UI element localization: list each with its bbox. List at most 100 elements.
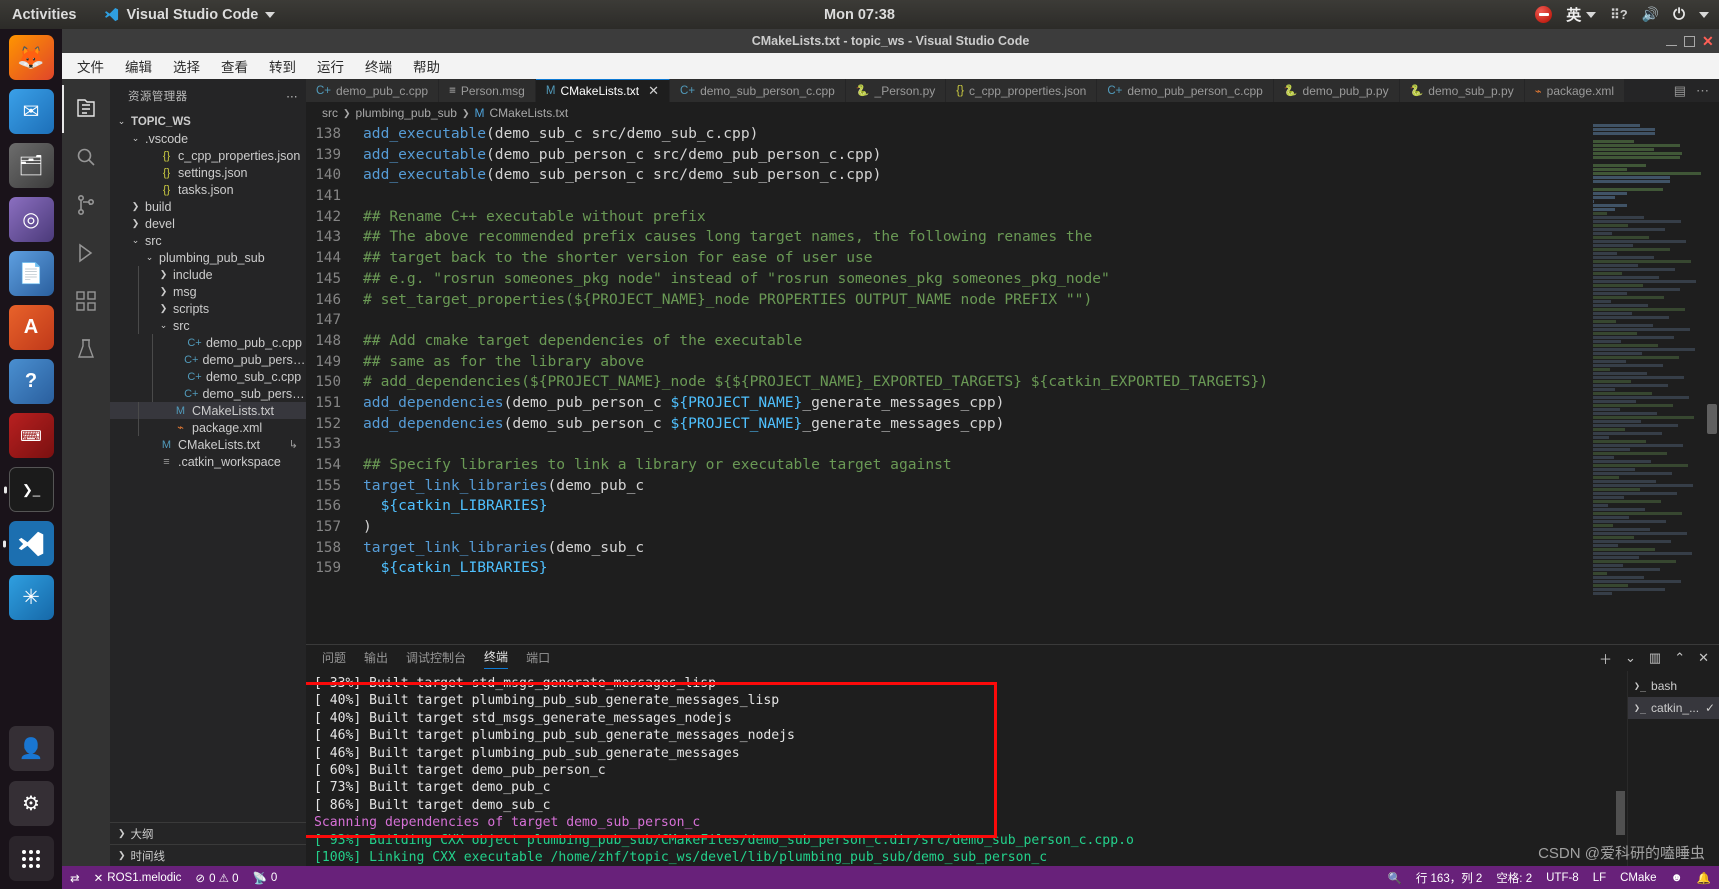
dock-item-ubuntu-software[interactable]: A bbox=[8, 305, 54, 350]
editor-tab[interactable]: C+ demo_pub_person_c.cpp bbox=[1097, 79, 1274, 102]
chevron-down-icon[interactable]: ⌄ bbox=[130, 133, 141, 144]
chevron-down-icon[interactable]: ⌄ bbox=[158, 320, 169, 331]
show-applications-button[interactable] bbox=[8, 836, 54, 881]
split-icon[interactable]: ▥ bbox=[1649, 650, 1661, 666]
tree-item[interactable]: ⌄ .vscode bbox=[110, 130, 306, 147]
tree-item[interactable]: C+ demo_sub_c.cpp bbox=[110, 368, 306, 385]
accessibility-icon[interactable]: ⠿? bbox=[1610, 7, 1627, 23]
tree-item[interactable]: ≡ .catkin_workspace bbox=[110, 453, 306, 470]
status-indentation[interactable]: 空格: 2 bbox=[1496, 870, 1532, 886]
more-actions-icon[interactable]: ⋯ bbox=[286, 89, 298, 103]
activity-search[interactable] bbox=[62, 133, 110, 181]
panel-tab[interactable]: 问题 bbox=[322, 649, 346, 669]
close-window-button[interactable]: ✕ bbox=[1702, 34, 1714, 48]
terminal-output[interactable]: [ 33%] Built target std_msgs_generate_me… bbox=[306, 671, 1627, 866]
tree-item[interactable]: {} tasks.json bbox=[110, 181, 306, 198]
volume-icon[interactable]: 🔊 bbox=[1642, 6, 1659, 23]
panel-tab[interactable]: 输出 bbox=[364, 649, 388, 669]
menu-view[interactable]: 查看 bbox=[218, 54, 251, 78]
dock-item-visual-studio-code[interactable] bbox=[2, 521, 54, 566]
close-icon[interactable]: ✕ bbox=[1698, 650, 1709, 666]
menu-help[interactable]: 帮助 bbox=[410, 54, 443, 78]
tree-item[interactable]: {} c_cpp_properties.json bbox=[110, 147, 306, 164]
menu-go[interactable]: 转到 bbox=[266, 54, 299, 78]
editor-tab[interactable]: ≡ Person.msg bbox=[439, 79, 536, 102]
sidebar-item-timeline[interactable]: ❯ 时间线 bbox=[110, 844, 306, 866]
breadcrumb-item-plumbing-pub-sub[interactable]: plumbing_pub_sub bbox=[356, 106, 457, 120]
breadcrumb-item-src[interactable]: src bbox=[322, 106, 338, 120]
editor-tab[interactable]: C+ demo_sub_person_c.cpp bbox=[670, 79, 846, 102]
panel-tab[interactable]: 调试控制台 bbox=[406, 649, 466, 669]
editor-tab[interactable]: C+ demo_pub_c.cpp bbox=[306, 79, 440, 102]
menu-selection[interactable]: 选择 bbox=[170, 54, 203, 78]
dock-item-settings[interactable]: ⚙ bbox=[8, 781, 54, 826]
split-editor-icon[interactable]: ▤ bbox=[1674, 83, 1686, 99]
tree-item[interactable]: ❯ msg bbox=[110, 283, 306, 300]
status-eol[interactable]: LF bbox=[1593, 872, 1606, 884]
chevron-right-icon[interactable]: ❯ bbox=[158, 286, 169, 297]
tree-item[interactable]: ❯ devel bbox=[110, 215, 306, 232]
status-ros-distro[interactable]: ✕ ROS1.melodic bbox=[94, 871, 182, 885]
chevron-down-icon[interactable]: ⌄ bbox=[144, 252, 155, 263]
maximize-button[interactable] bbox=[1684, 35, 1695, 47]
status-ports[interactable]: 📡 0 bbox=[253, 871, 278, 885]
chevron-right-icon[interactable]: ❯ bbox=[158, 269, 169, 280]
dock-item-help[interactable]: ? bbox=[8, 359, 54, 404]
editor-tab[interactable]: 🐍 demo_pub_p.py bbox=[1273, 79, 1400, 102]
activities-button[interactable]: Activities bbox=[12, 7, 76, 23]
breadcrumb-item-file[interactable]: CMakeLists.txt bbox=[490, 106, 569, 120]
chevron-right-icon[interactable]: ❯ bbox=[130, 218, 141, 229]
tree-item[interactable]: ⌄ plumbing_pub_sub bbox=[110, 249, 306, 266]
dock-item-libreoffice-writer[interactable]: 📄 bbox=[8, 251, 54, 296]
status-encoding[interactable]: UTF-8 bbox=[1546, 872, 1579, 884]
activity-source-control[interactable] bbox=[62, 181, 110, 229]
editor-tab[interactable]: ⌁ package.xml bbox=[1524, 79, 1626, 102]
editor-tab[interactable]: 🐍 demo_sub_p.py bbox=[1399, 79, 1525, 102]
editor-scrollbar[interactable] bbox=[1705, 124, 1719, 644]
tree-item[interactable]: ⌁ package.xml bbox=[110, 419, 306, 436]
terminal-scrollbar-thumb[interactable] bbox=[1616, 791, 1625, 835]
status-problems[interactable]: ⊘ 0 ⚠ 0 bbox=[195, 871, 238, 885]
tree-item[interactable]: ❯ include bbox=[110, 266, 306, 283]
terminal-tab[interactable]: ❯_ bash bbox=[1628, 675, 1719, 697]
tree-item[interactable]: C+demo_sub_person_c.cpp bbox=[110, 385, 306, 402]
menu-terminal[interactable]: 终端 bbox=[362, 54, 395, 78]
chevron-right-icon[interactable]: ❯ bbox=[158, 303, 169, 314]
input-method-indicator[interactable]: 英 bbox=[1566, 4, 1597, 25]
do-not-disturb-icon[interactable] bbox=[1535, 6, 1553, 23]
minimap[interactable] bbox=[1593, 124, 1705, 644]
tree-item[interactable]: ❯ scripts bbox=[110, 300, 306, 317]
tree-item[interactable]: {} settings.json bbox=[110, 164, 306, 181]
dock-item-firefox[interactable]: 🦊 bbox=[8, 35, 54, 80]
close-tab-icon[interactable]: ✕ bbox=[648, 83, 659, 99]
app-menu-button[interactable]: Visual Studio Code bbox=[104, 7, 276, 23]
tree-item[interactable]: C+demo_pub_person_c.cpp bbox=[110, 351, 306, 368]
dock-item-thunderbird[interactable]: ✉ bbox=[8, 89, 54, 134]
dock-item-terminal[interactable]: ❯_ bbox=[3, 467, 54, 512]
tree-item[interactable]: M CMakeLists.txt ↳ bbox=[110, 436, 306, 453]
terminal-tab[interactable]: ❯_ catkin_... ✓ bbox=[1628, 697, 1719, 719]
status-remote-indicator[interactable]: ⇄ bbox=[70, 871, 80, 885]
activity-test[interactable] bbox=[62, 325, 110, 373]
tree-item[interactable]: C+ demo_pub_c.cpp bbox=[110, 334, 306, 351]
dock-item-terminal-red[interactable]: ⌨ bbox=[8, 413, 54, 458]
chevron-right-icon[interactable]: ❯ bbox=[130, 201, 141, 212]
chevron-down-icon[interactable]: ⌄ bbox=[1625, 650, 1636, 666]
activity-run-and-debug[interactable] bbox=[62, 229, 110, 277]
plus-icon[interactable]: ＋ bbox=[1599, 649, 1612, 668]
menu-run[interactable]: 运行 bbox=[314, 54, 347, 78]
chevron-down-icon[interactable] bbox=[1699, 11, 1709, 18]
more-actions-icon[interactable]: ⋯ bbox=[1696, 83, 1709, 99]
editor-tab[interactable]: {} c_cpp_properties.json bbox=[946, 79, 1098, 102]
minimize-button[interactable] bbox=[1666, 44, 1677, 46]
activity-extensions[interactable] bbox=[62, 277, 110, 325]
panel-tab[interactable]: 终端 bbox=[484, 648, 509, 669]
chevron-down-icon[interactable]: ⌄ bbox=[130, 235, 141, 246]
activity-explorer[interactable] bbox=[62, 85, 110, 133]
tree-item[interactable]: ❯ build bbox=[110, 198, 306, 215]
tree-item[interactable]: ⌄ src bbox=[110, 232, 306, 249]
search-icon[interactable]: 🔍 bbox=[1388, 871, 1402, 885]
status-feedback[interactable]: ☻ bbox=[1671, 872, 1683, 884]
editor-tab[interactable]: 🐍 _Person.py bbox=[845, 79, 947, 102]
status-language-mode[interactable]: CMake bbox=[1620, 872, 1656, 884]
